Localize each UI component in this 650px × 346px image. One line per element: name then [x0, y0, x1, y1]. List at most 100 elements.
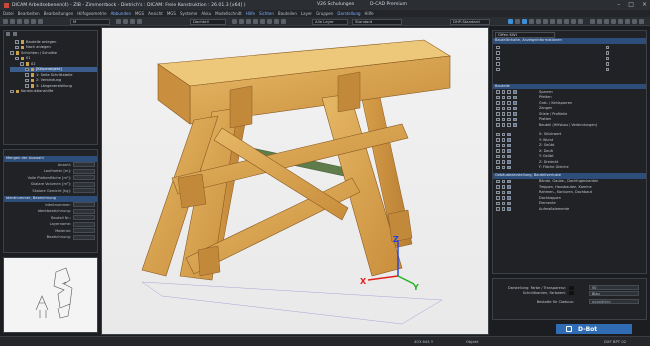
checkbox[interactable]	[507, 165, 511, 169]
checkbox[interactable]	[507, 179, 511, 183]
checkbox[interactable]	[507, 132, 511, 136]
visibility-checkbox[interactable]	[15, 40, 19, 44]
checkbox[interactable]	[501, 117, 506, 121]
checkbox[interactable]	[513, 123, 517, 127]
checkbox[interactable]	[496, 207, 500, 211]
save-icon[interactable]	[17, 19, 22, 24]
view-icon[interactable]	[639, 19, 644, 24]
checkbox[interactable]	[501, 95, 506, 99]
menu-item[interactable]: Darstellung	[337, 11, 360, 16]
menu-item[interactable]: Hilfe	[246, 11, 255, 16]
property-value[interactable]	[73, 175, 95, 181]
maximize-icon[interactable]: □	[628, 1, 634, 8]
checkbox[interactable]	[605, 51, 609, 55]
3d-viewport[interactable]: Z X Y	[101, 27, 489, 335]
checkbox[interactable]	[496, 185, 500, 189]
checkbox[interactable]	[496, 201, 500, 205]
element-select[interactable]: Dachteil	[190, 18, 226, 25]
checkbox[interactable]	[501, 207, 506, 211]
checkbox[interactable]	[496, 196, 500, 200]
checkbox[interactable]	[513, 112, 517, 116]
snap-mode[interactable]: Objekt	[466, 339, 478, 344]
checkbox[interactable]	[507, 117, 511, 121]
undo-icon[interactable]	[24, 19, 29, 24]
view-icon[interactable]	[597, 19, 602, 24]
menu-item[interactable]: Systeme	[180, 11, 197, 16]
checkbox[interactable]	[496, 149, 500, 153]
open-icon[interactable]	[10, 19, 15, 24]
checkbox[interactable]	[496, 95, 500, 99]
swatch[interactable]	[496, 56, 500, 60]
checkbox[interactable]	[507, 154, 511, 158]
menu-item[interactable]: Hilfe	[365, 11, 374, 16]
view-icon[interactable]	[578, 19, 583, 24]
view-icon[interactable]	[529, 19, 534, 24]
color-swatch[interactable]	[569, 285, 574, 290]
checkbox[interactable]	[507, 90, 511, 94]
property-value[interactable]	[73, 162, 95, 168]
menu-item[interactable]: Datei	[3, 11, 14, 16]
view-icon[interactable]	[522, 19, 527, 24]
view-icon[interactable]	[611, 19, 616, 24]
swatch[interactable]	[496, 51, 500, 55]
dbot-button[interactable]: D-Bot	[556, 324, 632, 334]
view-icon[interactable]	[543, 19, 548, 24]
tool-icon[interactable]	[116, 19, 121, 24]
checkbox[interactable]	[496, 117, 500, 121]
view-icon[interactable]	[590, 19, 595, 24]
checkbox[interactable]	[507, 123, 511, 127]
checkbox[interactable]	[507, 112, 511, 116]
checkbox[interactable]	[605, 56, 609, 60]
checkbox[interactable]	[501, 149, 506, 153]
checkbox[interactable]	[501, 201, 506, 205]
close-icon[interactable]: ×	[642, 1, 647, 8]
property-value[interactable]	[73, 215, 95, 221]
view-icon[interactable]	[632, 19, 637, 24]
view-icon[interactable]	[536, 19, 541, 24]
property-value[interactable]	[73, 181, 95, 187]
checkbox[interactable]	[501, 196, 506, 200]
property-value[interactable]	[73, 188, 95, 194]
menu-item[interactable]: MGS	[135, 11, 144, 16]
menu-item[interactable]: Ansicht	[148, 11, 163, 16]
checkbox[interactable]	[496, 190, 500, 194]
visibility-checkbox[interactable]	[15, 45, 19, 49]
view-icon[interactable]	[557, 19, 562, 24]
checkbox[interactable]	[496, 179, 500, 183]
menu-item[interactable]: Akku	[201, 11, 211, 16]
menu-item[interactable]: Abbunden	[111, 11, 131, 16]
checkbox[interactable]	[507, 101, 511, 105]
visibility-checkbox[interactable]	[25, 78, 29, 82]
visibility-checkbox[interactable]	[10, 89, 14, 93]
view-icon[interactable]	[604, 19, 609, 24]
checkbox[interactable]	[501, 112, 506, 116]
swatch[interactable]	[496, 67, 500, 71]
checkbox[interactable]	[513, 101, 517, 105]
checkbox[interactable]	[496, 132, 500, 136]
checkbox[interactable]	[501, 179, 506, 183]
expand-icon[interactable]	[6, 32, 10, 36]
checkbox[interactable]	[496, 154, 500, 158]
visibility-checkbox[interactable]	[20, 62, 24, 66]
tool-icon[interactable]	[239, 19, 244, 24]
checkbox[interactable]	[501, 143, 506, 147]
checkbox[interactable]	[605, 45, 609, 49]
checkbox[interactable]	[501, 106, 506, 110]
tool-icon[interactable]	[281, 19, 286, 24]
tool-icon[interactable]	[246, 19, 251, 24]
redo-icon[interactable]	[31, 19, 36, 24]
tool-icon[interactable]	[232, 19, 237, 24]
view-icon[interactable]	[571, 19, 576, 24]
minimize-icon[interactable]: –	[617, 1, 620, 8]
menu-item[interactable]: Layer	[301, 11, 312, 16]
transparency-value[interactable]: 50	[589, 285, 639, 291]
menu-item[interactable]: Sichten	[259, 11, 274, 16]
checkbox[interactable]	[501, 185, 506, 189]
menu-item[interactable]: Gruppen	[316, 11, 333, 16]
checkbox[interactable]	[496, 90, 500, 94]
property-value[interactable]	[73, 228, 95, 234]
collapse-icon[interactable]	[13, 32, 17, 36]
checkbox[interactable]	[605, 62, 609, 66]
new-icon[interactable]	[3, 19, 8, 24]
checkbox[interactable]	[496, 106, 500, 110]
